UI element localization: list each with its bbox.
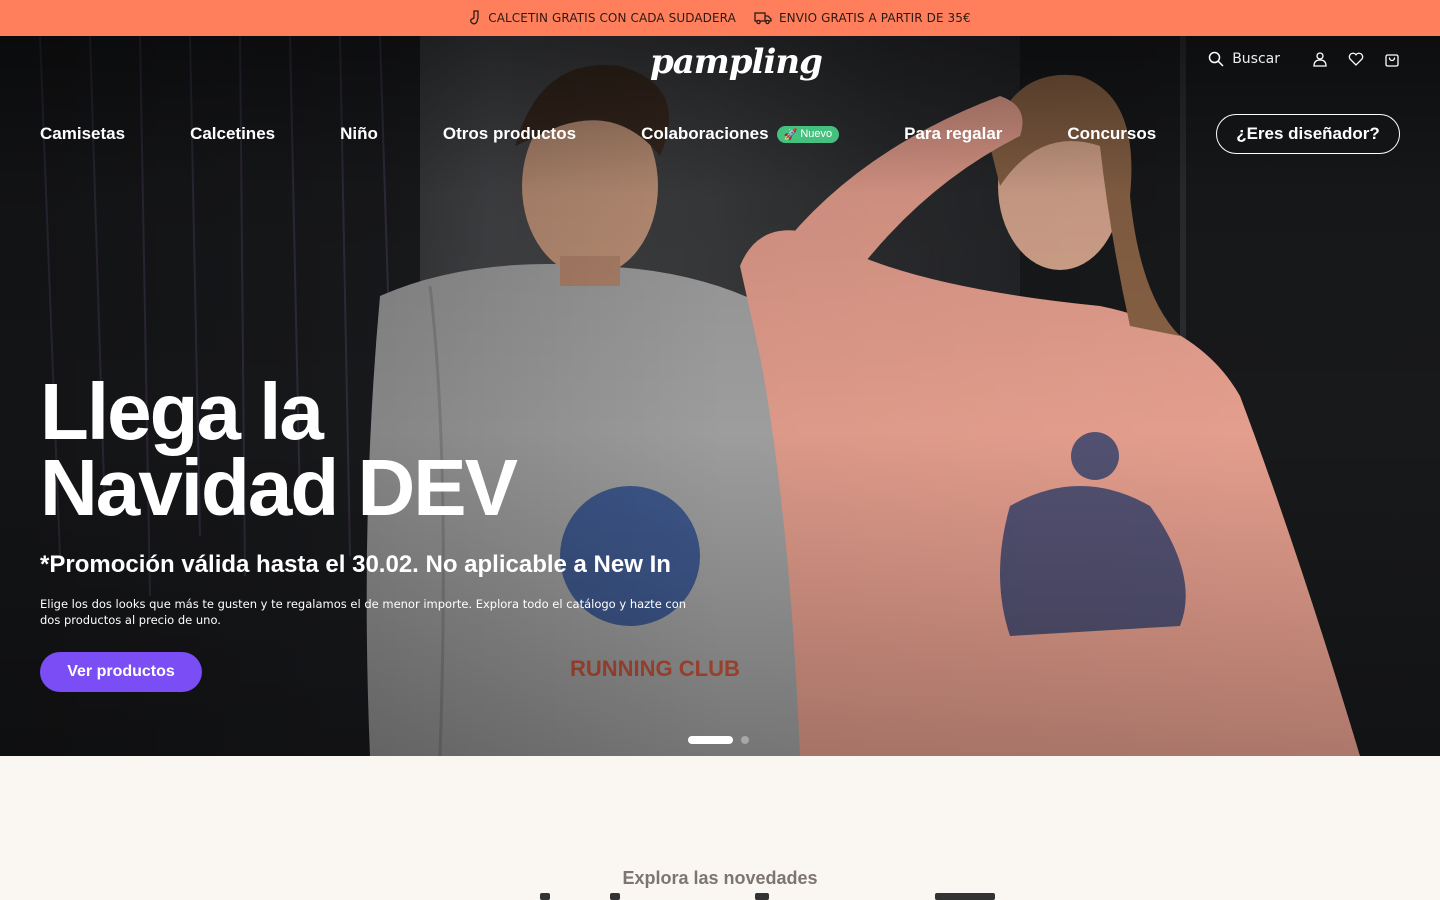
badge-label: Nuevo (800, 128, 833, 140)
section-peek-shape (540, 893, 550, 900)
main-nav: Camisetas Calcetines Niño Otros producto… (40, 114, 1156, 154)
nav-item-colaboraciones[interactable]: Colaboraciones 🚀 Nuevo (641, 124, 840, 144)
nav-label: Niño (340, 124, 378, 143)
bag-icon[interactable] (1384, 51, 1400, 67)
sock-icon (470, 10, 479, 25)
new-badge: 🚀 Nuevo (776, 125, 840, 143)
truck-icon (754, 12, 772, 25)
carousel-dot-active[interactable] (688, 736, 733, 744)
promo-text-socks: CALCETIN GRATIS CON CADA SUDADERA (488, 11, 736, 25)
nav-item-calcetines[interactable]: Calcetines (190, 124, 275, 144)
nav-label: Camisetas (40, 124, 126, 143)
nav-item-para-regalar[interactable]: Para regalar (904, 124, 1002, 144)
carousel-dot[interactable] (741, 736, 749, 744)
hero-subtitle: *Promoción válida hasta el 30.02. No apl… (40, 551, 671, 578)
section-peek-shape (610, 893, 620, 900)
nav-item-concursos[interactable]: Concursos (1067, 124, 1156, 144)
header-tools: Buscar (1208, 51, 1400, 67)
nav-label: Colaboraciones (641, 124, 769, 143)
designer-button[interactable]: ¿Eres diseñador? (1216, 114, 1400, 154)
hero-title-line2: Navidad DEV (40, 443, 518, 532)
user-icon[interactable] (1312, 51, 1328, 67)
promo-item-shipping: ENVIO GRATIS A PARTIR DE 35€ (754, 11, 971, 25)
section-peek-shape (935, 893, 995, 900)
nav-label: Para regalar (904, 124, 1003, 143)
heart-icon[interactable] (1348, 51, 1364, 67)
rocket-icon: 🚀 (783, 128, 798, 141)
carousel-dots (688, 736, 749, 744)
search-icon (1208, 51, 1224, 67)
hero-description: Elige los dos looks que más te gusten y … (40, 597, 687, 627)
nav-label: Otros productos (442, 124, 577, 143)
promo-bar: CALCETIN GRATIS CON CADA SUDADERA ENVIO … (0, 0, 1440, 36)
view-products-button[interactable]: Ver productos (40, 652, 202, 692)
section-peek-shape (755, 893, 769, 900)
hero-title: Llega la Navidad DEV (40, 372, 740, 528)
explore-heading: Explora las novedades (622, 868, 818, 888)
promo-text-shipping: ENVIO GRATIS A PARTIR DE 35€ (778, 11, 971, 25)
promo-item-socks: CALCETIN GRATIS CON CADA SUDADERA (469, 10, 736, 26)
nav-item-camisetas[interactable]: Camisetas (40, 124, 125, 144)
nav-item-nino[interactable]: Niño (340, 124, 378, 144)
pampling-logo[interactable]: pampling (650, 42, 823, 82)
nav-item-otros-productos[interactable]: Otros productos (443, 124, 576, 144)
hero-banner: RUNNING CLUB pampling Buscar Camisetas C… (0, 36, 1440, 756)
nav-label: Calcetines (190, 124, 276, 143)
search-button[interactable]: Buscar (1208, 51, 1280, 67)
nav-label: Concursos (1067, 124, 1157, 143)
search-label: Buscar (1232, 51, 1280, 67)
